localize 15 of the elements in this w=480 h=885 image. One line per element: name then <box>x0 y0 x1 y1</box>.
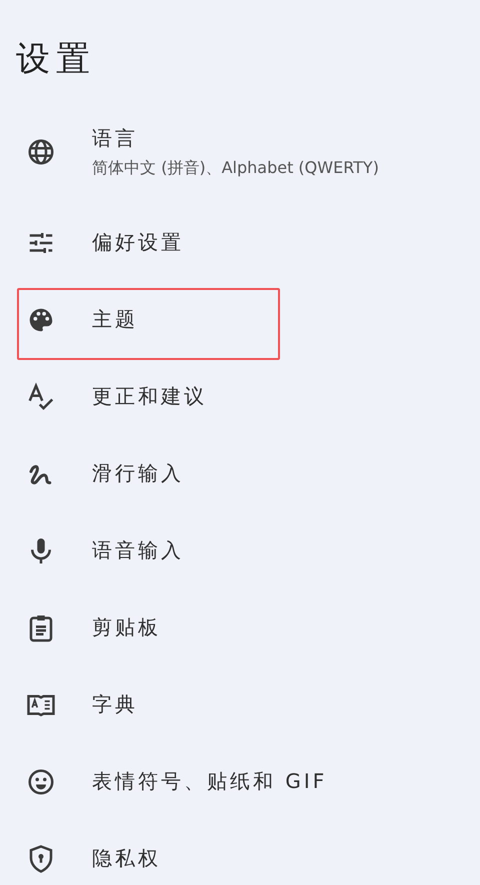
setting-label[interactable]: 偏好设置 <box>92 229 184 256</box>
setting-label[interactable]: 语音输入 <box>92 537 184 564</box>
smiley-icon <box>26 766 56 796</box>
setting-label[interactable]: 主题 <box>92 306 138 333</box>
setting-label[interactable]: 语言 <box>92 125 379 152</box>
globe-icon <box>26 137 56 167</box>
page-title: 设置 <box>15 38 97 81</box>
setting-label[interactable]: 剪贴板 <box>92 614 161 641</box>
setting-label[interactable]: 表情符号、贴纸和 GIF <box>92 768 328 795</box>
setting-summary: 简体中文 (拼音)、Alphabet (QWERTY) <box>92 158 379 179</box>
setting-label[interactable]: 隐私权 <box>92 845 161 872</box>
setting-label[interactable]: 更正和建议 <box>92 383 207 410</box>
setting-label[interactable]: 字典 <box>92 691 138 718</box>
setting-label[interactable]: 滑行输入 <box>92 460 184 487</box>
spellcheck-icon <box>26 382 56 412</box>
